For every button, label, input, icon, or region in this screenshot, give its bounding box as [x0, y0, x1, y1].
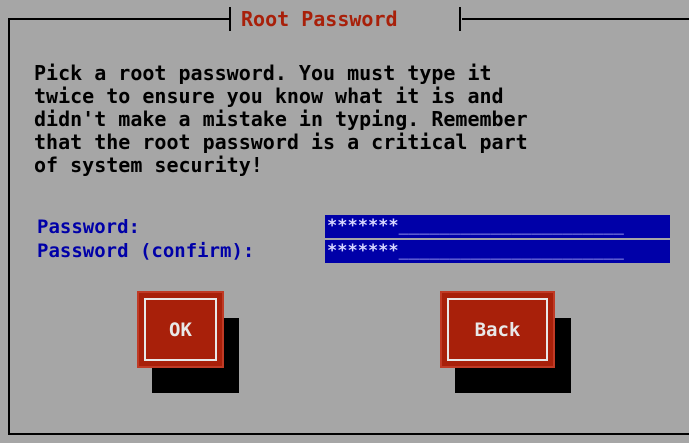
title-tick-left	[229, 7, 231, 31]
password-input-fill: ______________________	[398, 216, 624, 236]
title-tick-right	[459, 7, 461, 31]
dialog-border-left	[8, 18, 10, 435]
back-button[interactable]: Back	[440, 291, 555, 368]
dialog-border-bottom	[8, 433, 689, 435]
password-confirm-masked-value: *******	[327, 241, 399, 261]
password-input[interactable]: *******______________________	[325, 215, 670, 238]
back-button-label: Back	[447, 298, 548, 361]
password-masked-value: *******	[327, 216, 399, 236]
password-confirm-input-fill: ______________________	[398, 241, 624, 261]
password-label: Password:	[37, 216, 140, 238]
dialog-border-top-right	[462, 18, 689, 20]
dialog-border-top-left	[8, 18, 230, 20]
dialog-title: Root Password	[241, 7, 398, 31]
ok-button-label: OK	[144, 298, 217, 361]
installer-screen: Root Password Pick a root password. You …	[0, 0, 689, 443]
dialog-message: Pick a root password. You must type it t…	[34, 61, 528, 177]
ok-button[interactable]: OK	[137, 291, 224, 368]
password-confirm-input[interactable]: *******______________________	[325, 240, 670, 263]
password-confirm-label: Password (confirm):	[37, 240, 255, 262]
